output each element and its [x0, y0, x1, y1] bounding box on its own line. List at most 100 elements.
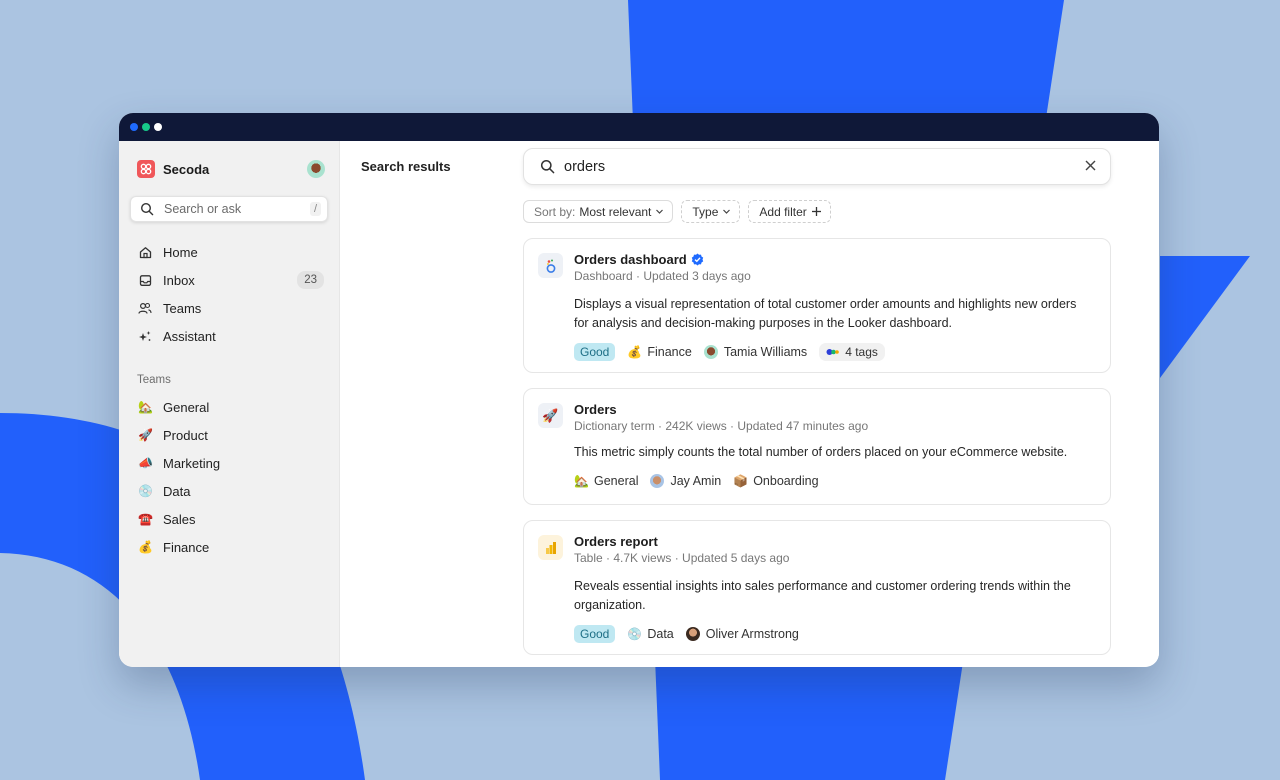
team-tag[interactable]: 💿 Data — [627, 627, 673, 641]
sidebar-search-input[interactable]: Search or ask / — [130, 196, 328, 222]
chevron-down-icon — [656, 209, 664, 214]
sort-dropdown[interactable]: Sort by: Most relevant — [523, 200, 674, 223]
sort-prefix-label: Sort by: — [534, 204, 576, 219]
team-tag-label: Finance — [647, 345, 692, 359]
search-placeholder: Search or ask — [164, 202, 242, 216]
result-title-text: Orders — [574, 401, 617, 417]
rocket-icon: 🚀 — [138, 428, 153, 442]
money-bag-icon: 💰 — [627, 345, 643, 359]
owner-tag[interactable]: Jay Amin — [650, 474, 721, 488]
telephone-icon: ☎️ — [138, 512, 153, 526]
rocket-icon: 🚀 — [538, 403, 563, 428]
sidebar-team-data[interactable]: 💿 Data — [130, 477, 328, 505]
sidebar-item-label: General — [163, 399, 210, 415]
secoda-logo-icon — [137, 160, 155, 178]
collection-tag-label: Onboarding — [753, 474, 819, 488]
status-badge[interactable]: Good — [574, 625, 616, 643]
window-control-white[interactable] — [154, 123, 162, 131]
house-icon: 🏡 — [574, 474, 589, 488]
filter-bar: Sort by: Most relevant Type Add filter — [523, 200, 831, 223]
plus-icon — [811, 207, 821, 216]
search-icon — [140, 202, 154, 216]
disc-icon: 💿 — [627, 627, 643, 641]
user-avatar[interactable] — [307, 160, 325, 178]
sidebar-item-label: Assistant — [163, 328, 216, 344]
result-tags: 🏡 General Jay Amin 📦 Onboarding — [574, 471, 1094, 491]
sidebar: Secoda Search or ask / Home Inbox 23 Tea… — [119, 141, 340, 667]
sidebar-item-label: Finance — [163, 539, 210, 555]
house-icon: 🏡 — [138, 400, 153, 414]
tag-dots-icon — [826, 349, 839, 355]
result-meta: Dictionary term · 242K views · Updated 4… — [574, 419, 869, 433]
window-control-green[interactable] — [142, 123, 150, 131]
sort-value: Most relevant — [579, 204, 652, 219]
result-title[interactable]: Orders report — [574, 533, 1094, 549]
sidebar-item-label: Inbox — [163, 272, 195, 288]
sidebar-item-label: Teams — [163, 300, 202, 316]
sidebar-item-inbox[interactable]: Inbox 23 — [130, 266, 328, 294]
team-tag[interactable]: 🏡 General — [574, 474, 638, 488]
result-description: Displays a visual representation of tota… — [574, 297, 1077, 330]
sidebar-item-label: Data — [163, 483, 191, 499]
sidebar-item-assistant[interactable]: Assistant — [130, 322, 328, 350]
sidebar-team-finance[interactable]: 💰 Finance — [130, 533, 328, 561]
looker-icon — [538, 253, 563, 278]
chevron-down-icon — [723, 209, 731, 214]
sidebar-team-product[interactable]: 🚀 Product — [130, 421, 328, 449]
owner-tag[interactable]: Tamia Williams — [703, 345, 808, 359]
inbox-icon — [138, 273, 152, 287]
teams-section-heading: Teams — [137, 374, 171, 386]
search-icon — [540, 159, 555, 174]
clear-search-icon[interactable] — [1085, 158, 1096, 175]
disc-icon: 💿 — [138, 484, 153, 498]
team-tag[interactable]: 💰 Finance — [627, 345, 691, 359]
sidebar-nav: Home Inbox 23 Teams Assistant — [130, 238, 328, 350]
sidebar-item-teams[interactable]: Teams — [130, 294, 328, 322]
tags-count-label: 4 tags — [845, 345, 878, 359]
result-title[interactable]: Orders — [574, 401, 1094, 417]
inbox-count-badge: 23 — [297, 271, 324, 289]
powerbi-icon — [538, 535, 563, 560]
sidebar-team-general[interactable]: 🏡 General — [130, 393, 328, 421]
search-shortcut-hint: / — [309, 202, 321, 216]
team-tag-label: Data — [647, 627, 674, 641]
result-tags: Good 💿 Data Oliver Armstrong — [574, 624, 1094, 644]
window-control-blue[interactable] — [130, 123, 138, 131]
add-filter-button[interactable]: Add filter — [748, 200, 831, 223]
result-description: Reveals essential insights into sales pe… — [574, 579, 1071, 612]
sidebar-team-marketing[interactable]: 📣 Marketing — [130, 449, 328, 477]
sidebar-item-home[interactable]: Home — [130, 238, 328, 266]
verified-badge-icon — [691, 253, 703, 265]
sparkle-icon — [138, 329, 152, 343]
result-title[interactable]: Orders dashboard — [574, 251, 1094, 267]
owner-avatar — [650, 474, 665, 488]
sidebar-item-label: Marketing — [163, 455, 221, 471]
type-filter-label: Type — [692, 204, 719, 219]
result-meta: Dashboard · Updated 3 days ago — [574, 269, 751, 283]
status-badge[interactable]: Good — [574, 343, 616, 361]
workspace-header[interactable]: Secoda — [130, 158, 328, 180]
money-bag-icon: 💰 — [138, 540, 153, 554]
tags-count-chip[interactable]: 4 tags — [819, 343, 885, 361]
owner-name: Tamia Williams — [723, 345, 808, 359]
result-meta: Table · 4.7K views · Updated 5 days ago — [574, 551, 790, 565]
megaphone-icon: 📣 — [138, 456, 153, 470]
owner-avatar — [685, 627, 700, 641]
search-result-card[interactable]: Orders dashboard Dashboard · Updated 3 d… — [523, 238, 1111, 373]
search-result-card[interactable]: 🚀 Orders Dictionary term · 242K views · … — [523, 388, 1111, 505]
result-description: This metric simply counts the total numb… — [574, 445, 1068, 459]
search-result-card[interactable]: Orders report Table · 4.7K views · Updat… — [523, 520, 1111, 655]
type-filter-dropdown[interactable]: Type — [681, 200, 741, 223]
search-query: orders — [564, 158, 606, 175]
owner-tag[interactable]: Oliver Armstrong — [685, 627, 799, 641]
title-bar — [119, 113, 1159, 141]
collection-tag[interactable]: 📦 Onboarding — [733, 474, 818, 488]
users-icon — [138, 301, 152, 315]
sidebar-team-sales[interactable]: ☎️ Sales — [130, 505, 328, 533]
sidebar-item-label: Product — [163, 427, 208, 443]
search-input[interactable]: orders — [523, 148, 1111, 185]
bg-wedge-shape — [1160, 256, 1250, 378]
page-title: Search results — [361, 159, 451, 174]
result-tags: Good 💰 Finance Tamia Williams 4 tags — [574, 342, 1094, 362]
home-icon — [138, 245, 152, 259]
